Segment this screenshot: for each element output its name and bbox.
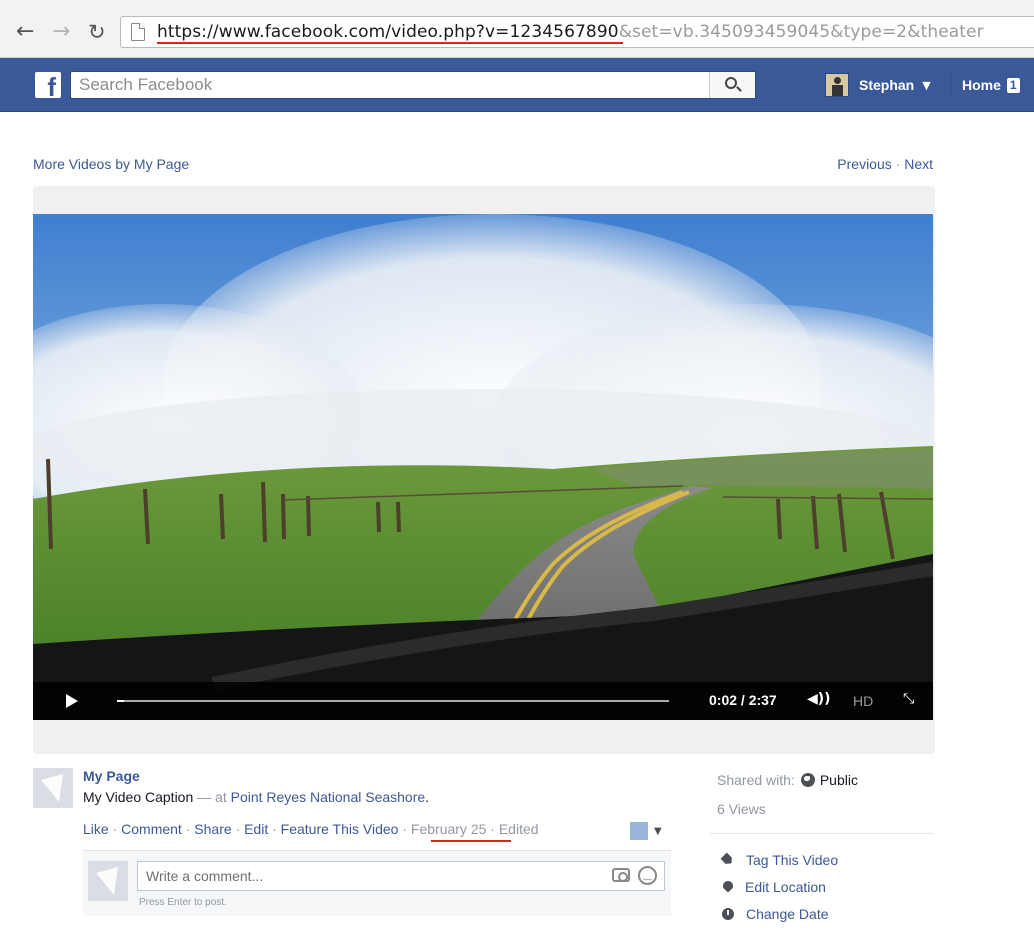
- separator: ·: [402, 821, 408, 837]
- previous-link[interactable]: Previous: [837, 156, 891, 172]
- commenter-avatar-icon: [88, 861, 128, 901]
- video-player[interactable]: 0:02 / 2:37 ◀)) HD ⤡: [33, 214, 933, 720]
- time-display: 0:02 / 2:37: [709, 692, 777, 708]
- separator: ·: [272, 821, 277, 837]
- divider: [710, 833, 934, 834]
- edited-label[interactable]: Edited: [499, 821, 539, 837]
- search-input[interactable]: [71, 72, 711, 98]
- progress-bar-fill: [117, 700, 125, 702]
- video-container: 0:02 / 2:37 ◀)) HD ⤡: [33, 186, 935, 754]
- edit-link[interactable]: Edit: [244, 821, 268, 837]
- press-enter-hint: Press Enter to post.: [139, 897, 227, 908]
- user-name: Stephan: [859, 77, 915, 93]
- url-path: /video.php?v=1234567890: [385, 22, 619, 42]
- commenter-avatar: [88, 861, 128, 901]
- caption-text: My Video Caption: [83, 789, 194, 805]
- reload-icon[interactable]: ↻: [88, 20, 106, 44]
- clock-icon: [722, 907, 734, 920]
- comment-input[interactable]: [138, 862, 598, 890]
- search-box: [70, 71, 756, 99]
- url-scheme: https://: [157, 22, 219, 42]
- address-bar[interactable]: https://www.facebook.com/video.php?v=123…: [120, 16, 1034, 48]
- post-as-selector[interactable]: ▼: [630, 822, 662, 840]
- comment-composer: ‿ Press Enter to post.: [83, 850, 671, 916]
- hd-button[interactable]: HD: [853, 693, 873, 709]
- page-name-link[interactable]: My Page: [83, 768, 140, 784]
- separator: ·: [490, 821, 495, 837]
- avatar: [825, 73, 849, 97]
- view-count: 6 Views: [717, 801, 766, 817]
- edit-location-link[interactable]: Edit Location: [745, 879, 826, 895]
- location-period: .: [425, 789, 430, 805]
- volume-icon[interactable]: ◀)): [807, 691, 831, 707]
- home-link[interactable]: Home 1: [962, 77, 1020, 93]
- page-icon: [131, 23, 145, 41]
- next-link[interactable]: Next: [904, 156, 933, 172]
- shared-with-label: Shared with:: [717, 772, 795, 788]
- post-date-link[interactable]: February 25: [411, 821, 486, 837]
- location-link[interactable]: Point Reyes National Seashore: [231, 789, 426, 805]
- notification-badge: 1: [1006, 77, 1020, 93]
- tag-video-link[interactable]: Tag This Video: [746, 852, 838, 868]
- url-host: www.facebook.com: [218, 22, 386, 42]
- comment-link[interactable]: Comment: [121, 821, 182, 837]
- page-avatar[interactable]: [33, 768, 73, 808]
- post-actions: Like · Comment · Share · Edit · Feature …: [83, 821, 539, 837]
- dropdown-caret-icon[interactable]: ▼: [922, 79, 930, 92]
- caption-dash: —: [197, 789, 212, 805]
- location-pin-icon: [723, 880, 733, 893]
- like-link[interactable]: Like: [83, 821, 109, 837]
- change-date-link[interactable]: Change Date: [746, 906, 829, 922]
- globe-icon: [800, 773, 815, 787]
- video-controls: 0:02 / 2:37 ◀)) HD ⤡: [33, 682, 933, 720]
- facebook-logo-icon[interactable]: f: [35, 72, 61, 98]
- url-annotation-underline: [157, 42, 623, 44]
- more-videos-link[interactable]: More Videos by My Page: [33, 156, 189, 172]
- back-arrow-icon[interactable]: ←: [16, 20, 34, 44]
- at-label: at: [215, 789, 227, 805]
- separator: ·: [185, 821, 191, 837]
- change-date-action[interactable]: Change Date: [720, 900, 838, 927]
- user-profile-link[interactable]: Stephan ▼: [825, 72, 931, 98]
- privacy-value[interactable]: Public: [820, 772, 858, 788]
- page-avatar-icon: [33, 768, 73, 808]
- url-query: &set=vb.345093459045&type=2&theater: [618, 22, 984, 42]
- feature-video-link[interactable]: Feature This Video: [281, 821, 399, 837]
- url-text[interactable]: https://www.facebook.com/video.php?v=123…: [157, 22, 984, 42]
- video-frame-image: [33, 214, 933, 720]
- forward-arrow-icon[interactable]: →: [52, 20, 70, 44]
- tag-video-action[interactable]: Tag This Video: [720, 846, 838, 873]
- progress-bar[interactable]: [117, 700, 669, 702]
- divider: [950, 72, 951, 98]
- separator: ·: [235, 821, 241, 837]
- home-label: Home: [962, 77, 1001, 93]
- tag-icon: [720, 852, 734, 866]
- search-button[interactable]: [709, 72, 755, 98]
- edit-location-action[interactable]: Edit Location: [720, 873, 838, 900]
- share-link[interactable]: Share: [194, 821, 231, 837]
- separator: ·: [895, 156, 901, 172]
- browser-toolbar: ← → ↻ https://www.facebook.com/video.php…: [0, 0, 1034, 58]
- privacy-info: Shared with: Public: [717, 772, 858, 788]
- page-avatar-small: [630, 822, 648, 840]
- chevron-down-icon: ▼: [654, 825, 662, 837]
- prev-next-links: Previous · Next: [837, 156, 933, 172]
- emoji-icon[interactable]: ‿: [638, 866, 657, 885]
- video-actions-list: Tag This Video Edit Location Change Date: [720, 846, 838, 927]
- search-icon-handle: [736, 86, 742, 92]
- camera-icon[interactable]: [612, 868, 630, 882]
- comment-field: ‿: [137, 861, 665, 891]
- separator: ·: [112, 821, 118, 837]
- video-caption: My Video Caption — at Point Reyes Nation…: [83, 789, 429, 805]
- facebook-top-bar: f Stephan ▼ Home 1: [0, 58, 1034, 112]
- play-icon[interactable]: [66, 694, 78, 708]
- date-annotation-underline: [431, 840, 511, 842]
- fullscreen-icon[interactable]: ⤡: [903, 691, 914, 707]
